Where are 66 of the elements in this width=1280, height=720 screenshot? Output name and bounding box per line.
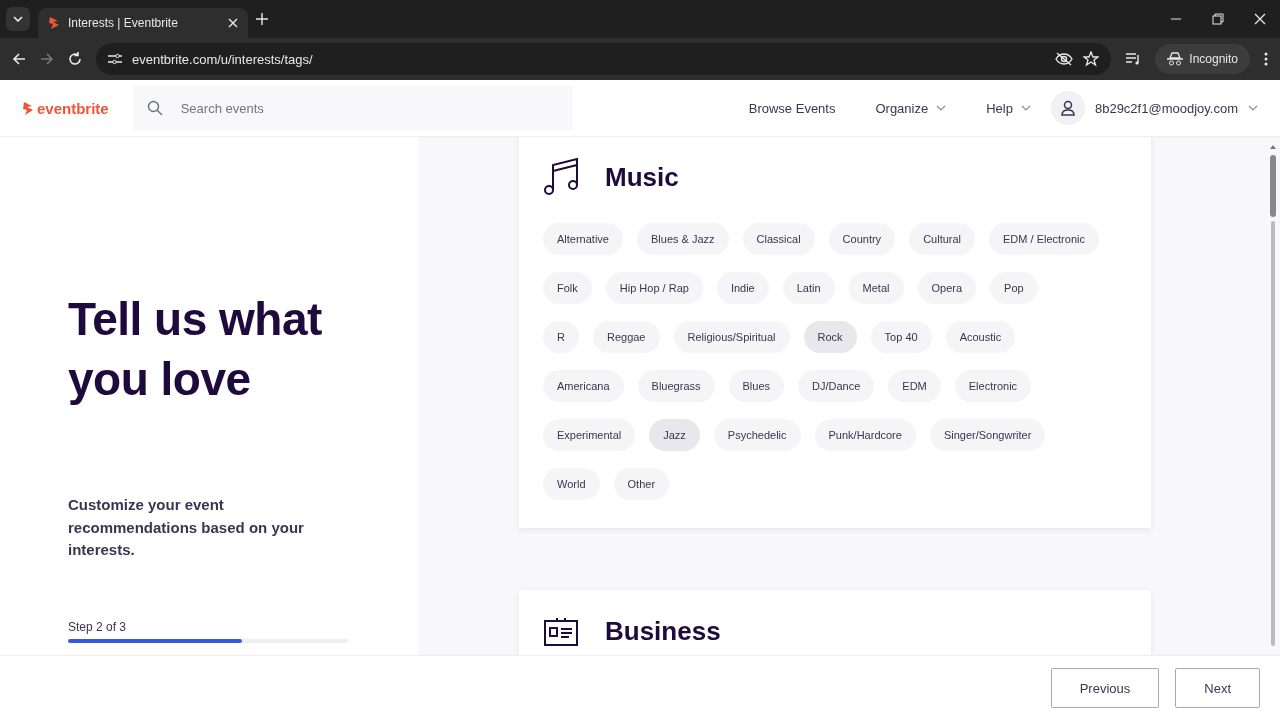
browser-tab[interactable]: Interests | Eventbrite — [38, 8, 248, 38]
interest-tag[interactable]: Blues — [728, 370, 785, 402]
interest-tag[interactable]: Religious/Spiritual — [673, 321, 790, 353]
reload-icon[interactable] — [68, 52, 82, 66]
nav-button[interactable]: Previous — [1050, 668, 1160, 708]
interest-tag[interactable]: Folk — [543, 272, 592, 304]
interest-tag[interactable]: Punk/Hardcore — [814, 419, 916, 451]
interest-tag[interactable]: Blues & Jazz — [637, 223, 729, 255]
interest-tag[interactable]: EDM — [888, 370, 941, 402]
interest-tag[interactable]: Electronic — [954, 370, 1032, 402]
interest-tag[interactable]: DJ/Dance — [798, 370, 875, 402]
interest-tag[interactable]: Bluegrass — [637, 370, 715, 402]
account-email[interactable]: 8b29c2f1@moodjoy.com — [1094, 100, 1238, 116]
interest-tag[interactable]: Jazz — [649, 419, 700, 451]
interest-tag[interactable]: Indie — [716, 272, 769, 304]
interest-tag[interactable]: Americana — [543, 370, 624, 402]
music-note-icon — [543, 157, 579, 197]
close-icon[interactable] — [1254, 13, 1266, 25]
category-title: Business — [605, 616, 721, 647]
forward-icon[interactable] — [40, 52, 54, 66]
interest-tag[interactable]: Hip Hop / Rap — [605, 272, 703, 304]
interest-tag[interactable]: Alternative — [543, 223, 623, 255]
more-icon[interactable] — [1264, 52, 1268, 66]
step-label: Step 2 of 3 — [68, 619, 128, 634]
eye-slash-icon[interactable] — [1055, 52, 1074, 66]
interest-tag[interactable]: Latin — [782, 272, 835, 304]
new-tab-icon[interactable] — [256, 13, 268, 25]
nav-link[interactable]: Browse Events — [742, 99, 842, 117]
interest-tag[interactable]: Cultural — [909, 223, 976, 255]
user-icon[interactable] — [1050, 91, 1085, 125]
page-description: Customize your event recommendations based on your interests. — [68, 495, 305, 560]
nav-button[interactable]: Next — [1175, 668, 1260, 708]
address-bar[interactable]: eventbrite.com/u/interests/tags/ — [96, 43, 1112, 75]
incognito-icon — [1167, 52, 1184, 66]
interest-tag[interactable]: Rock — [803, 321, 857, 353]
close-icon[interactable] — [228, 18, 238, 28]
nav-link[interactable]: Help — [980, 99, 1037, 117]
interest-tag[interactable]: Acoustic — [945, 321, 1016, 353]
interest-tag[interactable]: Experimental — [543, 419, 636, 451]
incognito-button[interactable]: Incognito — [1155, 44, 1250, 74]
interest-tag[interactable]: Other — [613, 468, 670, 500]
interest-tag[interactable]: R — [543, 321, 579, 353]
interest-tag[interactable]: Opera — [917, 272, 977, 304]
interest-tag[interactable]: Metal — [848, 272, 904, 304]
id-card-icon — [543, 616, 579, 647]
interest-tag[interactable]: Pop — [990, 272, 1038, 304]
search-field[interactable]: Search events — [132, 86, 573, 130]
site-settings-icon[interactable] — [108, 53, 122, 65]
interest-tag[interactable]: Country — [828, 223, 896, 255]
interest-tag[interactable]: EDM / Electronic — [989, 223, 1099, 255]
interest-tag[interactable]: Classical — [742, 223, 815, 255]
interest-tag[interactable]: Psychedelic — [713, 419, 801, 451]
eventbrite-logo-icon — [48, 16, 60, 30]
interest-tag[interactable]: World — [543, 468, 600, 500]
back-icon[interactable] — [12, 52, 26, 66]
star-icon[interactable] — [1083, 51, 1100, 67]
interest-tag[interactable]: Reggae — [592, 321, 660, 353]
nav-link[interactable]: Organize — [869, 99, 953, 117]
media-list-icon[interactable] — [1125, 52, 1142, 66]
interest-tag[interactable]: Top 40 — [870, 321, 932, 353]
tab-search-button[interactable] — [6, 7, 30, 31]
restore-icon[interactable] — [1212, 13, 1224, 25]
interest-tag[interactable]: Singer/Songwriter — [929, 419, 1046, 451]
category-title: Music — [605, 161, 679, 193]
search-icon — [146, 100, 163, 116]
page-title: Tell us what you love — [68, 292, 323, 407]
